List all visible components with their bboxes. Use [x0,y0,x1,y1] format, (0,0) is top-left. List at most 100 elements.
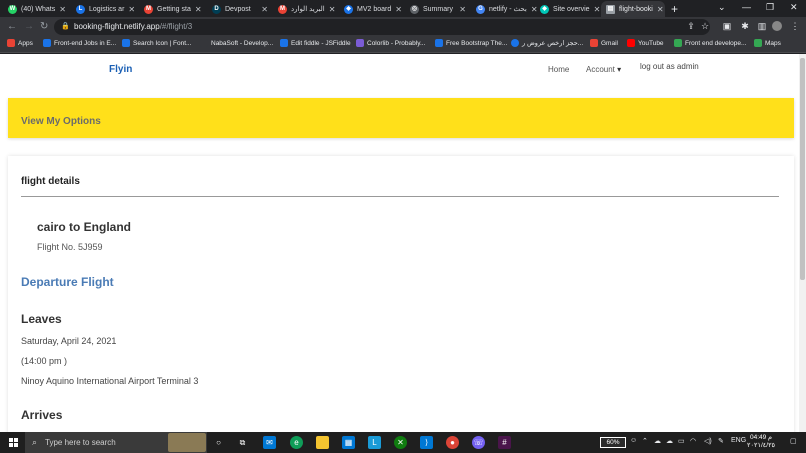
youtube-icon [627,39,635,47]
close-icon[interactable]: ✕ [195,5,202,14]
volume-icon[interactable]: ◁) [704,437,712,445]
wifi-icon[interactable]: ◠ [690,437,696,445]
nav-home-link[interactable]: Home [548,65,569,74]
url-host: booking-flight.netlify.app [74,22,160,31]
battery-icon[interactable]: ▭ [678,437,685,445]
windows-taskbar: ⌕ Type here to search ○ ⧉ ✉ e ▦ L ✕ ⟩ ● … [0,432,806,453]
apps-grid-icon [7,39,15,47]
banner-title[interactable]: View My Options [21,116,101,127]
close-window-icon[interactable]: ✕ [790,2,798,13]
browser-toolbar: ← → ↻ 🔒 booking-flight.netlify.app/#/fli… [0,17,806,37]
tab-netlify-search[interactable]: G netlify - بحث ✕ [471,1,537,17]
close-icon[interactable]: ✕ [329,5,336,14]
bookmark-label: Apps [18,39,33,47]
logout-link[interactable]: log out as admin [640,62,699,71]
page-icon: ▤ [606,4,615,14]
side-panel-icon[interactable]: ▥ [757,21,767,31]
store-icon[interactable]: ▦ [342,436,355,449]
bookmark-star-icon[interactable]: ☆ [700,21,710,31]
tab-label: netlify - بحث [489,6,527,13]
bookmark-youtube[interactable]: YouTube [627,39,664,47]
pen-icon[interactable]: ✎ [718,437,724,445]
divider [21,196,779,197]
menu-icon[interactable]: ⋮ [790,21,800,31]
avatar[interactable] [772,21,782,31]
nav-account-dropdown[interactable]: Account [586,65,621,74]
bookmark-frontend-developer[interactable]: Front end develope... [674,39,746,47]
share-icon[interactable]: ⇪ [686,21,696,31]
bookmark-jsfiddle[interactable]: Edit fiddle - JSFiddle [280,39,351,47]
cortana-icon[interactable]: ○ [212,436,225,449]
bookmark-apps[interactable]: Apps [7,39,33,47]
tab-label: (40) Whats [21,5,56,13]
departure-heading: Departure Flight [21,275,114,289]
tab-gmail-inbox[interactable]: M البريد الوارد ✕ [273,1,339,17]
file-explorer-icon[interactable] [316,436,329,449]
forward-icon[interactable]: → [24,21,34,32]
back-icon[interactable]: ← [7,21,17,32]
chevron-up-icon[interactable]: ⌃ [642,437,648,445]
maps-icon [754,39,762,47]
reload-icon[interactable]: ↻ [40,21,48,32]
search-highlight-icon[interactable] [168,433,206,452]
maximize-icon[interactable]: ❐ [766,2,774,13]
lock-icon: 🔒 [61,23,70,30]
close-icon[interactable]: ✕ [459,5,466,14]
taskbar-clock[interactable]: 04:49 م ٢٠٢١/٤/٢٥ [747,434,775,450]
tab-site-overview[interactable]: ◆ Site overvie ✕ [535,1,601,17]
tab-devpost[interactable]: D Devpost ✕ [207,1,273,17]
tab-whatsapp[interactable]: W (40) Whats ✕ [3,1,69,17]
flight-number: Flight No. 5J959 [37,242,103,252]
close-icon[interactable]: ✕ [594,5,601,14]
mail-icon[interactable]: ✉ [263,436,276,449]
extension-icon[interactable]: ▣ [722,21,732,31]
tab-flight-booking[interactable]: ▤ flight-booki ✕ [601,1,665,17]
people-icon[interactable]: ☺ [630,437,637,444]
bookmark-gmail[interactable]: Gmail [590,39,618,47]
chrome-icon[interactable]: ● [446,436,459,449]
vscode-icon[interactable]: ⟩ [420,436,433,449]
search-icon: ⌕ [32,437,38,447]
google-icon: G [476,4,485,14]
options-banner: View My Options [8,98,794,138]
tab-gmail-getting-started[interactable]: M Getting sta ✕ [139,1,205,17]
slack-icon[interactable]: # [498,436,511,449]
bookmark-frontend-jobs[interactable]: Front-end Jobs in E... [43,39,116,47]
bookmark-maps[interactable]: Maps [754,39,781,47]
bookmark-search-icon-font[interactable]: Search Icon | Font... [122,39,191,47]
tab-label: Summary [423,5,453,13]
close-icon[interactable]: ✕ [395,5,402,14]
tab-summary[interactable]: ◎ Summary ✕ [405,1,471,17]
windows-start-icon[interactable] [9,438,18,447]
minimize-icon[interactable]: — [742,2,751,12]
brand-logo[interactable]: Flyin [109,64,132,75]
language-indicator[interactable]: ENG [731,437,746,444]
tab-logistics[interactable]: L Logistics ar ✕ [71,1,137,17]
cloud-icon[interactable]: ☁ [666,437,673,445]
libreoffice-icon[interactable]: L [368,436,381,449]
bookmark-colorlib[interactable]: Colorlib - Probably... [356,39,425,47]
close-icon[interactable]: ✕ [261,5,268,14]
task-view-icon[interactable]: ⧉ [236,436,249,449]
close-icon[interactable]: ✕ [59,5,66,14]
bookmark-flight-deals[interactable]: حجز ارخص عروض ر... [511,39,583,47]
close-icon[interactable]: ✕ [657,5,664,14]
onedrive-icon[interactable]: ☁ [654,437,661,445]
bookmark-free-bootstrap[interactable]: Free Bootstrap The... [435,39,507,47]
tab-mv2-board[interactable]: ◆ MV2 board ✕ [339,1,405,17]
edge-icon[interactable]: e [290,436,303,449]
puzzle-icon[interactable]: ✱ [740,21,750,31]
page-scrollbar[interactable] [799,54,806,432]
tab-search-icon[interactable]: ⌄ [718,2,726,13]
scrollbar-thumb[interactable] [800,58,805,280]
xbox-icon[interactable]: ✕ [394,436,407,449]
battery-indicator[interactable]: 60% [600,437,626,448]
clock-date: ٢٠٢١/٤/٢٥ [747,442,776,449]
bookmark-nabasoft[interactable]: NabaSoft - Develop... [200,39,273,47]
new-tab-button[interactable]: + [671,2,678,16]
address-bar[interactable]: 🔒 booking-flight.netlify.app/#/flight/3 [54,19,710,35]
notifications-icon[interactable]: ▢ [790,437,797,445]
page-viewport: Flyin Home Account log out as admin View… [0,54,799,432]
close-icon[interactable]: ✕ [128,5,135,14]
viber-icon[interactable]: ☏ [472,436,485,449]
